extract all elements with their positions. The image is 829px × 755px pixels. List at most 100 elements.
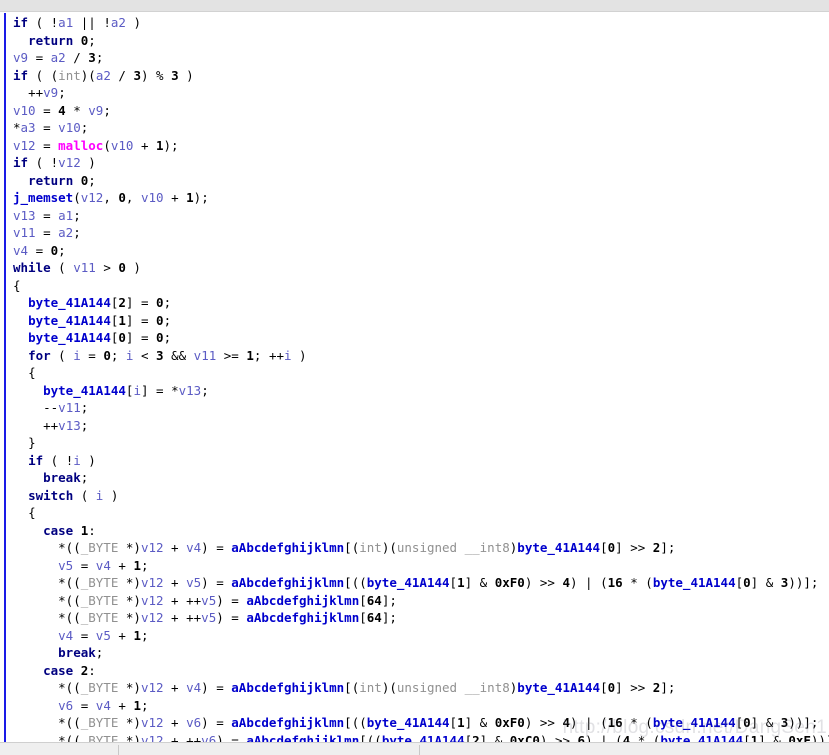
code-line[interactable]: --v11;	[0, 399, 829, 417]
code-line[interactable]: break;	[0, 469, 829, 487]
code-line[interactable]: if ( !a1 || !a2 )	[0, 14, 829, 32]
code-token-pun: (	[50, 347, 74, 363]
code-token-pun: ) >>	[539, 732, 578, 743]
code-token-pun: >=	[216, 347, 247, 363]
code-token-pun: ;	[88, 32, 96, 48]
code-token-pun: /	[110, 67, 134, 83]
code-token-kw: return	[28, 32, 74, 48]
code-line[interactable]: return 0;	[0, 32, 829, 50]
code-token-pun: [	[735, 715, 744, 730]
code-line[interactable]: return 0;	[0, 172, 829, 190]
code-line[interactable]: *((_BYTE *)v12 + v5) = aAbcdefghijklmn[(…	[0, 574, 829, 592]
code-token-pun: ++	[43, 417, 59, 433]
code-line[interactable]: v13 = a1;	[0, 207, 829, 225]
code-line[interactable]: if ( !i )	[0, 452, 829, 470]
code-token-pun: ] &	[464, 575, 495, 590]
code-line[interactable]: v11 = a2;	[0, 224, 829, 242]
code-line[interactable]: break;	[0, 644, 829, 662]
code-line[interactable]: *((_BYTE *)v12 + v4) = aAbcdefghijklmn[(…	[0, 679, 829, 697]
code-token-pun: ;	[201, 382, 209, 398]
statusbar-separator	[118, 745, 119, 755]
code-line[interactable]: switch ( i )	[0, 487, 829, 505]
code-token-pun: =	[28, 242, 51, 258]
code-token-pun: ;	[163, 312, 172, 328]
code-line[interactable]: byte_41A144[0] = 0;	[0, 329, 829, 347]
code-token-pun: :	[88, 662, 96, 678]
code-line[interactable]: *((_BYTE *)v12 + v6) = aAbcdefghijklmn[(…	[0, 714, 829, 732]
code-token-pun: ] = *	[140, 382, 179, 398]
code-line[interactable]: case 2:	[0, 662, 829, 680]
code-token-pun: ] &	[464, 715, 495, 730]
code-token-loc: v12	[140, 540, 164, 555]
code-token-loc: v4	[58, 627, 74, 643]
code-line[interactable]: v10 = 4 * v9;	[0, 102, 829, 120]
pseudocode-text-area[interactable]: if ( !a1 || !a2 ) return 0; v9 = a2 / 3; i…	[0, 12, 829, 742]
code-token-pun: ;	[163, 295, 172, 310]
code-token-pun: ] =	[125, 330, 157, 345]
code-line[interactable]: {	[0, 364, 829, 382]
code-token-pun: ];	[660, 680, 676, 695]
code-token-kw: if	[13, 67, 29, 83]
code-line[interactable]: }	[0, 434, 829, 452]
code-line[interactable]: v5 = v4 + 1;	[0, 557, 829, 575]
code-line[interactable]: *((_BYTE *)v12 + ++v5) = aAbcdefghijklmn…	[0, 609, 829, 627]
code-token-loc: v4	[186, 540, 202, 555]
code-token-loc: v12	[140, 680, 164, 695]
code-token-glb: byte_41A144	[660, 732, 744, 743]
code-token-typ: _BYTE	[80, 610, 119, 625]
code-token-pun: )	[125, 15, 141, 30]
code-line[interactable]: v4 = v5 + 1;	[0, 627, 829, 645]
code-token-pun: ) | (	[585, 732, 623, 743]
code-line[interactable]: j_memset(v12, 0, v10 + 1);	[0, 189, 829, 207]
code-line[interactable]: *((_BYTE *)v12 + v4) = aAbcdefghijklmn[(…	[0, 539, 829, 557]
code-token-pun: +	[163, 575, 187, 590]
code-token-num: 3	[133, 67, 141, 83]
code-token-num: 1	[457, 575, 465, 590]
code-line[interactable]: v6 = v4 + 1;	[0, 697, 829, 715]
code-token-loc: i	[133, 382, 141, 398]
code-token-loc: v12	[140, 715, 164, 730]
code-token-pun: (	[73, 190, 81, 205]
code-token-num: 0	[118, 190, 126, 205]
code-token-pun: [((	[344, 715, 367, 730]
code-token-pun: ;	[88, 172, 96, 188]
code-line[interactable]: {	[0, 277, 829, 295]
code-token-pun: ; ++	[253, 347, 284, 363]
code-token-num: 0xF	[788, 732, 811, 743]
code-token-loc: v12	[140, 732, 164, 743]
code-line[interactable]: if ( (int)(a2 / 3) % 3 )	[0, 67, 829, 85]
code-line[interactable]: v12 = malloc(v10 + 1);	[0, 137, 829, 155]
code-line[interactable]: byte_41A144[1] = 0;	[0, 312, 829, 330]
code-line[interactable]: case 1:	[0, 522, 829, 540]
code-line[interactable]: byte_41A144[i] = *v13;	[0, 382, 829, 400]
code-token-pun: ,	[103, 190, 119, 205]
code-line[interactable]: *((_BYTE *)v12 + ++v6) = aAbcdefghijklmn…	[0, 732, 829, 743]
code-line[interactable]: if ( !v12 )	[0, 154, 829, 172]
code-token-glb: aAbcdefghijklmn	[231, 680, 345, 695]
code-line[interactable]: ++v9;	[0, 84, 829, 102]
code-token-pun: ) >>	[524, 715, 563, 730]
code-line[interactable]: while ( v11 > 0 )	[0, 259, 829, 277]
code-line[interactable]: *a3 = v10;	[0, 119, 829, 137]
code-line[interactable]: v9 = a2 / 3;	[0, 49, 829, 67]
code-token-pun: ;	[95, 645, 104, 660]
code-token-num: 1	[186, 190, 194, 205]
code-token-num: 0xC0	[509, 732, 540, 743]
code-token-pun: =	[35, 207, 59, 223]
code-token-num: 0	[156, 312, 164, 328]
code-line[interactable]: ++v13;	[0, 417, 829, 435]
code-token-pun: ) =	[201, 575, 232, 590]
code-token-loc: a2	[58, 225, 74, 240]
code-line[interactable]: for ( i = 0; i < 3 && v11 >= 1; ++i )	[0, 347, 829, 365]
code-line[interactable]: byte_41A144[2] = 0;	[0, 294, 829, 312]
code-line[interactable]: *((_BYTE *)v12 + ++v5) = aAbcdefghijklmn…	[0, 592, 829, 610]
code-line[interactable]: v4 = 0;	[0, 242, 829, 260]
code-line[interactable]: {	[0, 504, 829, 522]
